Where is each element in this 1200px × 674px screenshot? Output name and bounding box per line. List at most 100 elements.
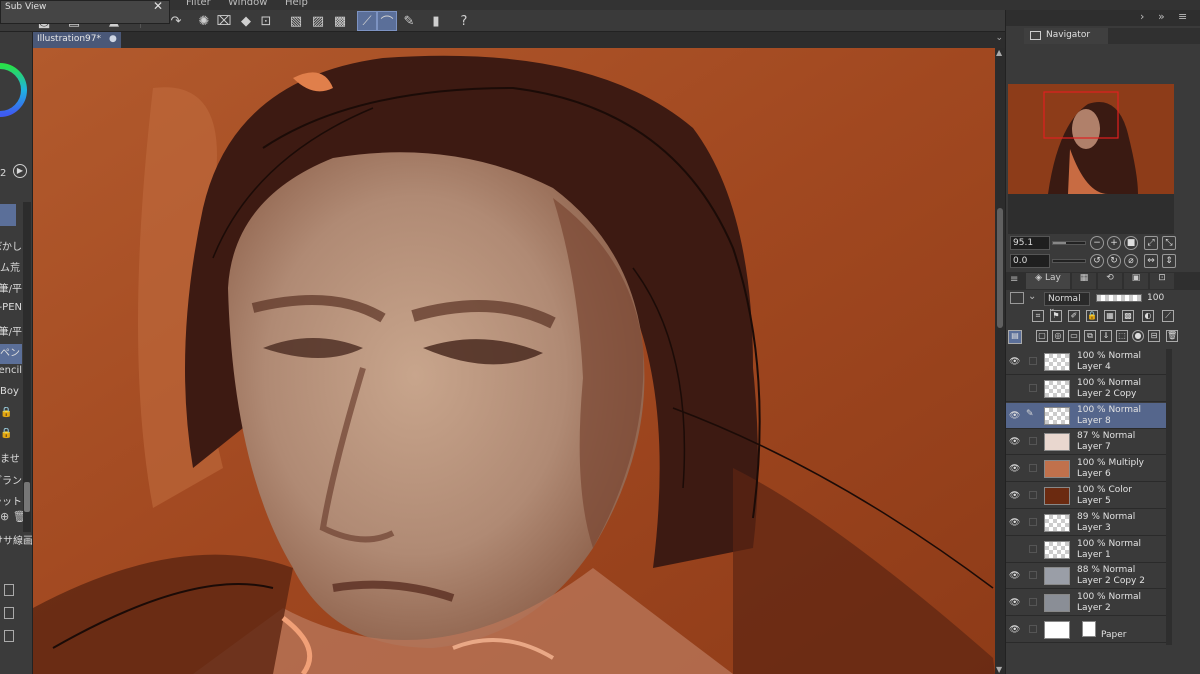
copy-layer-icon[interactable]: ⧉: [1084, 330, 1096, 342]
tool-item-pencil[interactable]: Pencil: [0, 365, 22, 385]
lock-toggle[interactable]: [1029, 544, 1037, 553]
layer-row[interactable]: 👁 89 % Normal Layer 3: [1006, 509, 1166, 536]
flip-horizontal-icon[interactable]: ⇔: [1144, 254, 1158, 268]
menu-filter[interactable]: Filter: [186, 0, 211, 8]
layer-settings-icon[interactable]: ⊟: [1148, 330, 1160, 342]
tab-close-icon[interactable]: ●: [109, 34, 117, 44]
tool-item-blur[interactable]: ぼかし: [0, 238, 22, 258]
layer-row[interactable]: 👁 88 % Normal Layer 2 Copy 2: [1006, 563, 1166, 590]
layer-row[interactable]: 👁 87 % Normal Layer 7: [1006, 429, 1166, 456]
zoom-out-icon[interactable]: −: [1090, 236, 1104, 250]
lock-toggle[interactable]: [1029, 517, 1037, 526]
lock-icon[interactable]: 🔒: [1086, 310, 1098, 322]
tab-layer-property[interactable]: ▦: [1072, 273, 1096, 289]
visibility-eye-icon[interactable]: 👁: [1009, 571, 1020, 581]
lock-icon[interactable]: 🔒: [0, 407, 22, 427]
layer-row[interactable]: 👁 ✎ 100 % Normal Layer 8: [1006, 402, 1166, 429]
chevron-down-icon[interactable]: ▼: [996, 665, 1002, 674]
play-icon[interactable]: ▶: [13, 164, 27, 178]
tool-item-lineart[interactable]: けサ線画: [0, 532, 32, 552]
tool-item-gradient[interactable]: グラン: [0, 472, 22, 492]
zoom-slider[interactable]: [1052, 241, 1086, 245]
tool-item-rough[interactable]: ム荒: [0, 259, 22, 279]
lock-icon[interactable]: 🔒: [0, 428, 22, 448]
apply-mask-icon[interactable]: ●: [1132, 330, 1144, 342]
expand-icon[interactable]: ⤡: [1162, 236, 1176, 250]
layer-row[interactable]: 👁 100 % Normal Layer 2: [1006, 590, 1166, 617]
color-wheel-icon[interactable]: [0, 34, 33, 144]
tab-search[interactable]: ⊡: [1150, 273, 1174, 289]
ruler-icon[interactable]: ▧: [286, 11, 306, 31]
reference-icon[interactable]: ⚑: [1050, 310, 1062, 322]
lock-toggle[interactable]: [1029, 383, 1037, 392]
frame-icon[interactable]: ▩: [330, 11, 350, 31]
selected-color-swatch[interactable]: [0, 204, 16, 226]
close-icon[interactable]: ✕: [153, 0, 163, 13]
tool-item-flat-brush[interactable]: 筆/平: [0, 280, 22, 300]
chevron-down-icon[interactable]: ⌄: [995, 33, 1003, 43]
menu-help[interactable]: Help: [285, 0, 308, 8]
zoom-input[interactable]: 95.1: [1010, 236, 1050, 250]
blend-mode-select[interactable]: Normal ⌄: [1044, 292, 1090, 314]
artwork[interactable]: [33, 48, 995, 674]
new-raster-layer-icon[interactable]: ▢: [1036, 330, 1048, 342]
crop-icon[interactable]: ⊡: [256, 11, 276, 31]
tab-layer[interactable]: ◈ Lay: [1026, 273, 1070, 289]
reset-rotation-icon[interactable]: ⌀: [1124, 254, 1138, 268]
visibility-eye-icon[interactable]: 👁: [1009, 518, 1020, 528]
visibility-eye-icon[interactable]: 👁: [1009, 464, 1020, 474]
device-icon[interactable]: ▮: [426, 11, 446, 31]
layer-row[interactable]: 100 % Normal Layer 2 Copy: [1006, 375, 1166, 402]
layer-row[interactable]: 100 % Normal Layer 1: [1006, 536, 1166, 563]
flip-vertical-icon[interactable]: ⇕: [1162, 254, 1176, 268]
layer-row[interactable]: 👁 Paper: [1006, 617, 1166, 643]
tool-item-gpen[interactable]: G-PEN: [0, 302, 22, 322]
layer-row[interactable]: 👁 100 % Color Layer 5: [1006, 483, 1166, 509]
merge-down-icon[interactable]: ⇓: [1100, 330, 1112, 342]
rotate-left-icon[interactable]: ↺: [1090, 254, 1104, 268]
drawing-canvas[interactable]: [33, 48, 995, 674]
new-vector-layer-icon[interactable]: ◎: [1052, 330, 1064, 342]
tool-item-pen[interactable]: ペン: [0, 344, 22, 364]
canvas-vertical-scrollbar[interactable]: ▲ ▼: [995, 48, 1005, 674]
pen-pressure-icon[interactable]: ✎: [399, 11, 419, 31]
lock-toggle[interactable]: [1029, 571, 1037, 580]
menu-window[interactable]: Window: [228, 0, 267, 8]
tab-navigator[interactable]: Navigator: [1024, 28, 1108, 44]
visibility-eye-icon[interactable]: 👁: [1009, 491, 1020, 501]
new-folder-icon[interactable]: ▭: [1068, 330, 1080, 342]
opacity-value[interactable]: 100: [1147, 293, 1164, 303]
brush-stroke-icon[interactable]: ⌒: [377, 11, 397, 31]
visibility-eye-icon[interactable]: 👁: [1009, 437, 1020, 447]
rotation-input[interactable]: 0.0: [1010, 254, 1050, 268]
rotate-right-icon[interactable]: ↻: [1107, 254, 1121, 268]
mask-icon[interactable]: ▩: [1122, 310, 1134, 322]
chevron-right-icon[interactable]: ›: [1140, 10, 1144, 23]
layer-list-scrollbar[interactable]: [1166, 349, 1172, 645]
clear-icon[interactable]: ✺: [194, 11, 214, 31]
fill-icon[interactable]: ◆: [236, 11, 256, 31]
lock-transparency-icon[interactable]: ▦: [1104, 310, 1116, 322]
trash-icon[interactable]: 🗑: [1166, 330, 1178, 342]
visibility-eye-icon[interactable]: 👁: [1009, 625, 1020, 635]
stabilizer-pen-icon[interactable]: ⟋: [357, 11, 377, 31]
layer-row[interactable]: 👁 100 % Normal Layer 4: [1006, 349, 1166, 375]
tool-list-scrollbar[interactable]: [23, 202, 31, 532]
edit-pen-icon[interactable]: ✎: [1026, 409, 1034, 419]
palette-icon[interactable]: ◐: [1142, 310, 1154, 322]
scrollbar-thumb[interactable]: [997, 208, 1003, 328]
lock-toggle[interactable]: [1029, 598, 1037, 607]
lock-toggle[interactable]: [1029, 464, 1037, 473]
clip-icon[interactable]: ⌗: [1032, 310, 1044, 322]
draft-icon[interactable]: ✐: [1068, 310, 1080, 322]
zoom-in-icon[interactable]: +: [1107, 236, 1121, 250]
menu-lines-icon[interactable]: ≡: [1010, 274, 1018, 285]
visibility-eye-icon[interactable]: 👁: [1009, 357, 1020, 367]
checkbox-icon[interactable]: [4, 630, 14, 642]
chevron-down-icon[interactable]: ⌄: [1028, 291, 1036, 302]
document-tab[interactable]: Illustration97*: [33, 32, 121, 48]
layer-color-icon[interactable]: [1010, 292, 1024, 304]
lock-toggle[interactable]: [1029, 625, 1037, 633]
ruler-icon[interactable]: ⟋: [1162, 310, 1174, 322]
checkbox-icon[interactable]: [4, 584, 14, 596]
